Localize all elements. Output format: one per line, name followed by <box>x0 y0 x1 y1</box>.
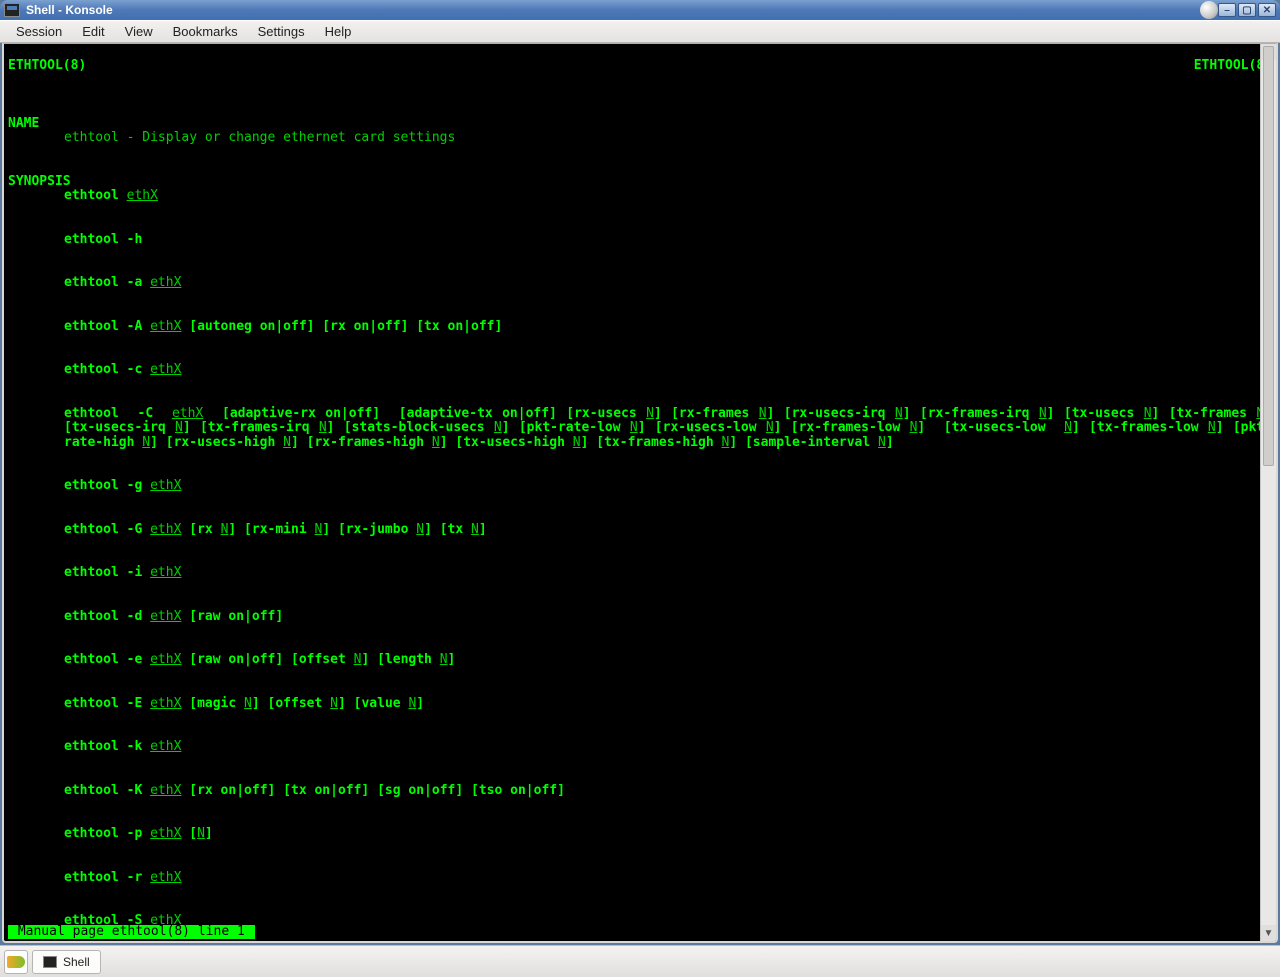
window-titlebar[interactable]: Shell - Konsole – ▢ ✕ <box>0 0 1280 20</box>
manpage-header-left: ETHTOOL(8) <box>8 59 86 74</box>
terminal-scrollbar[interactable]: ▲ ▼ <box>1260 44 1276 941</box>
terminal-icon <box>43 956 57 968</box>
menu-help[interactable]: Help <box>315 22 362 41</box>
terminal-container: ETHTOOL(8)ETHTOOL(8) NAME ethtool - Disp… <box>2 43 1278 943</box>
name-body: ethtool - Display or change ethernet car… <box>8 131 1272 146</box>
maximize-button[interactable]: ▢ <box>1238 3 1256 17</box>
scroll-down-arrow-icon[interactable]: ▼ <box>1261 925 1276 941</box>
section-name: NAME <box>8 116 39 131</box>
konsole-app-icon <box>4 3 20 17</box>
minimize-button[interactable]: – <box>1218 3 1236 17</box>
scroll-thumb[interactable] <box>1263 46 1274 466</box>
suse-logo-icon <box>7 956 25 968</box>
menu-view[interactable]: View <box>115 22 163 41</box>
window-title: Shell - Konsole <box>26 3 1196 17</box>
menu-edit[interactable]: Edit <box>72 22 114 41</box>
konsole-logo-icon <box>1200 1 1218 19</box>
close-button[interactable]: ✕ <box>1258 3 1276 17</box>
menu-settings[interactable]: Settings <box>248 22 315 41</box>
menu-bookmarks[interactable]: Bookmarks <box>163 22 248 41</box>
synopsis-C-line: ethtool -C ethX [adaptive-rx on|off] [ad… <box>8 407 1272 451</box>
menu-session[interactable]: Session <box>6 22 72 41</box>
taskbar: Shell <box>0 945 1280 977</box>
taskbar-item-shell[interactable]: Shell <box>32 950 101 974</box>
man-status-line: Manual page ethtool(8) line 1 <box>8 925 255 940</box>
start-button[interactable] <box>4 950 28 974</box>
terminal-output[interactable]: ETHTOOL(8)ETHTOOL(8) NAME ethtool - Disp… <box>4 44 1276 941</box>
menubar: Session Edit View Bookmarks Settings Hel… <box>0 20 1280 43</box>
task-label: Shell <box>63 955 90 969</box>
section-synopsis: SYNOPSIS <box>8 174 71 189</box>
